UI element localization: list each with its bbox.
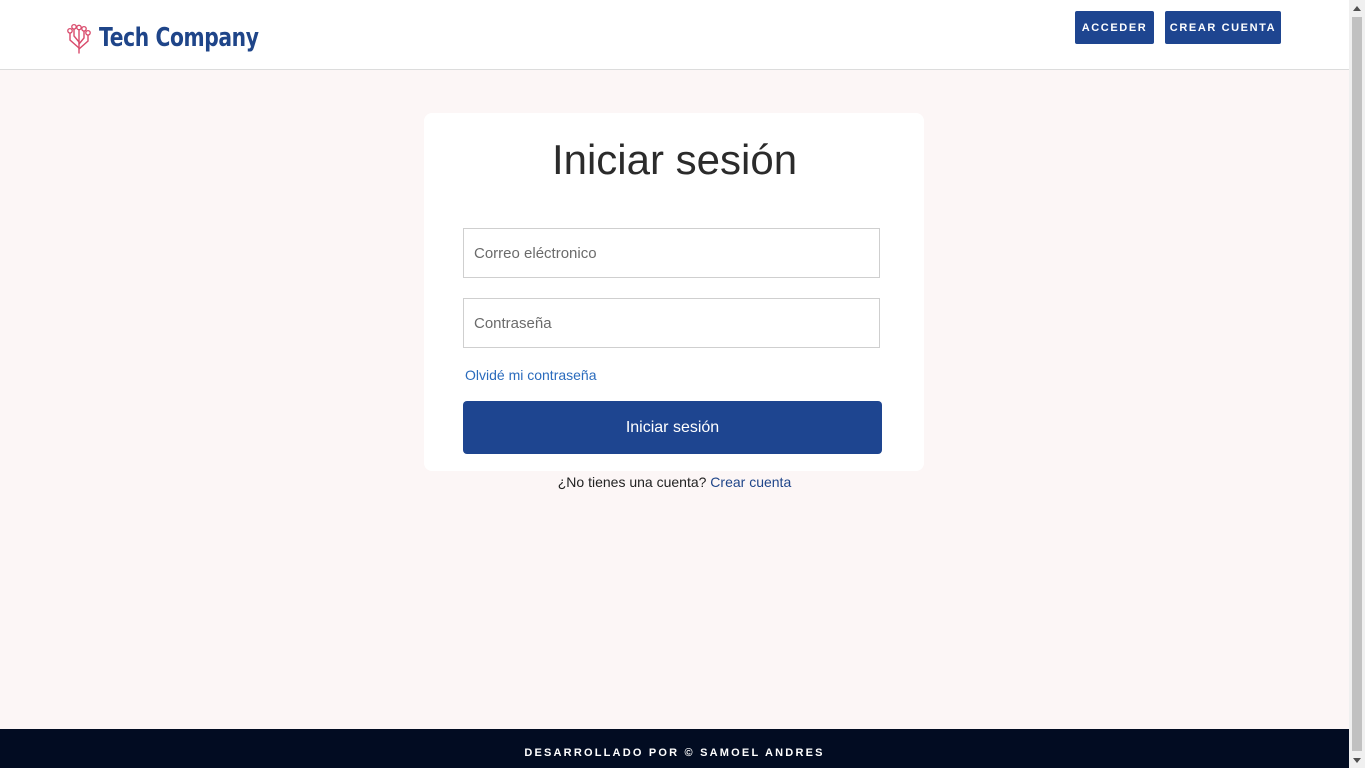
site-header: Tech Company Acceder Crear cuenta	[0, 0, 1349, 70]
password-field[interactable]	[463, 298, 880, 348]
forgot-password-link[interactable]: Olvidé mi contraseña	[465, 367, 597, 383]
email-field[interactable]	[463, 228, 880, 278]
signup-nav-button[interactable]: Crear cuenta	[1165, 11, 1281, 44]
brand-logo[interactable]: Tech Company	[66, 20, 304, 56]
scroll-up-arrow-icon[interactable]	[1349, 0, 1365, 16]
no-account-text: ¿No tienes una cuenta?	[557, 474, 707, 490]
circuit-icon	[67, 23, 91, 54]
login-nav-button[interactable]: Acceder	[1075, 11, 1154, 44]
site-footer: Desarrollado por © Samoel Andres	[0, 729, 1349, 768]
scroll-down-arrow-icon[interactable]	[1349, 752, 1365, 768]
page-title: Iniciar sesión	[551, 136, 798, 183]
vertical-scrollbar[interactable]	[1349, 0, 1365, 768]
login-submit-button[interactable]: Iniciar sesión	[463, 401, 882, 454]
signup-link[interactable]: Crear cuenta	[710, 474, 791, 490]
footer-credit: Desarrollado por © Samoel Andres	[524, 747, 825, 759]
signup-prompt: ¿No tienes una cuenta? Crear cuenta	[0, 474, 1349, 490]
scrollbar-thumb[interactable]	[1352, 17, 1362, 751]
brand-name: Tech Company	[99, 23, 259, 53]
